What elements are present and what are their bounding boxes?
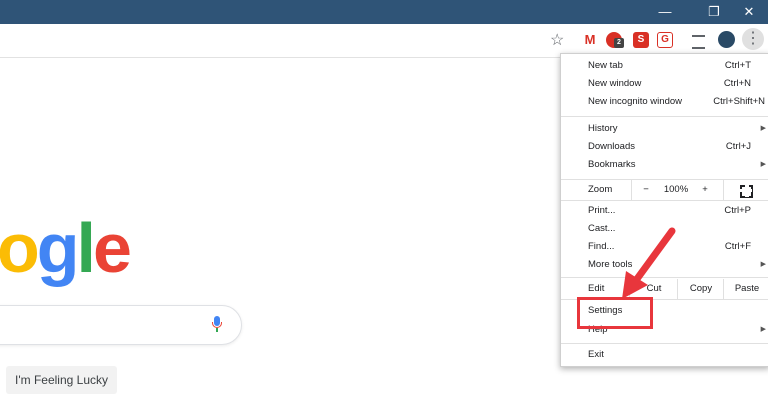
menu-divider bbox=[561, 200, 768, 201]
extension-badge-icon[interactable]: 2 bbox=[606, 32, 624, 48]
close-button[interactable]: ✕ bbox=[734, 0, 764, 24]
fullscreen-icon[interactable] bbox=[723, 180, 768, 200]
menu-item-label: New window bbox=[588, 78, 642, 89]
extension-badge-count: 2 bbox=[614, 38, 624, 48]
menu-shortcut: Ctrl+N bbox=[723, 78, 751, 89]
submenu-arrow-icon: ▶ bbox=[760, 161, 766, 168]
feeling-lucky-button[interactable]: I'm Feeling Lucky bbox=[6, 366, 117, 394]
menu-item-new-window[interactable]: New window Ctrl+N bbox=[561, 75, 768, 93]
menu-item-exit[interactable]: Exit bbox=[561, 346, 768, 364]
menu-shortcut: Ctrl+T bbox=[724, 60, 751, 71]
logo-letter: e bbox=[92, 209, 132, 287]
search-input[interactable] bbox=[0, 305, 242, 345]
microphone-icon[interactable] bbox=[212, 316, 222, 333]
logo-letter: g bbox=[36, 209, 80, 287]
menu-item-label: New incognito window bbox=[588, 96, 682, 107]
reading-list-icon[interactable] bbox=[692, 35, 705, 49]
zoom-level: 100% bbox=[663, 184, 689, 195]
menu-item-label: History bbox=[588, 123, 618, 134]
menu-divider bbox=[561, 116, 768, 117]
menu-item-label: Exit bbox=[588, 349, 604, 360]
menu-shortcut: Ctrl+J bbox=[725, 141, 751, 152]
zoom-in-button[interactable]: + bbox=[693, 180, 717, 200]
menu-shortcut: Ctrl+P bbox=[724, 205, 751, 216]
menu-item-new-incognito-window[interactable]: New incognito window Ctrl+Shift+N bbox=[561, 93, 768, 111]
menu-item-label: Print... bbox=[588, 205, 616, 216]
red-extension-icon[interactable]: G bbox=[657, 32, 673, 48]
logo-letter: o bbox=[0, 209, 40, 287]
menu-divider bbox=[561, 343, 768, 344]
menu-shortcut: Ctrl+Shift+N bbox=[713, 96, 765, 107]
menu-item-label: Bookmarks bbox=[588, 159, 636, 170]
bookmark-star-icon[interactable]: ☆ bbox=[550, 30, 564, 50]
title-bar: — ❐ ✕ bbox=[0, 0, 768, 24]
paste-button[interactable]: Paste bbox=[723, 279, 768, 299]
submenu-arrow-icon: ▶ bbox=[760, 125, 766, 132]
menu-item-new-tab[interactable]: New tab Ctrl+T bbox=[561, 57, 768, 75]
menu-item-downloads[interactable]: Downloads Ctrl+J bbox=[561, 138, 768, 156]
zoom-label: Zoom bbox=[588, 184, 613, 195]
copy-button[interactable]: Copy bbox=[677, 279, 724, 299]
menu-item-bookmarks[interactable]: Bookmarks ▶ bbox=[561, 156, 768, 174]
menu-zoom-row: Zoom − 100% + bbox=[561, 180, 768, 200]
menu-item-label: New tab bbox=[588, 60, 623, 71]
gmail-extension-icon[interactable]: M bbox=[582, 32, 598, 48]
submenu-arrow-icon: ▶ bbox=[760, 261, 766, 268]
menu-item-label: Downloads bbox=[588, 141, 635, 152]
minimize-button[interactable]: — bbox=[650, 0, 680, 24]
restore-button[interactable]: ❐ bbox=[699, 0, 729, 24]
s-extension-icon[interactable]: S bbox=[633, 32, 649, 48]
menu-item-print[interactable]: Print... Ctrl+P bbox=[561, 202, 768, 220]
google-logo: ogle bbox=[0, 209, 132, 287]
chrome-menu-icon[interactable]: ⋮ bbox=[742, 28, 764, 50]
annotation-arrow-icon bbox=[622, 227, 676, 299]
menu-item-history[interactable]: History ▶ bbox=[561, 120, 768, 138]
submenu-arrow-icon: ▶ bbox=[760, 326, 766, 333]
edit-label: Edit bbox=[588, 283, 605, 294]
profile-avatar[interactable] bbox=[718, 31, 735, 48]
logo-letter: l bbox=[76, 209, 97, 287]
menu-shortcut: Ctrl+F bbox=[724, 241, 751, 252]
zoom-out-button[interactable]: − bbox=[631, 180, 660, 200]
address-bar[interactable] bbox=[0, 28, 574, 53]
